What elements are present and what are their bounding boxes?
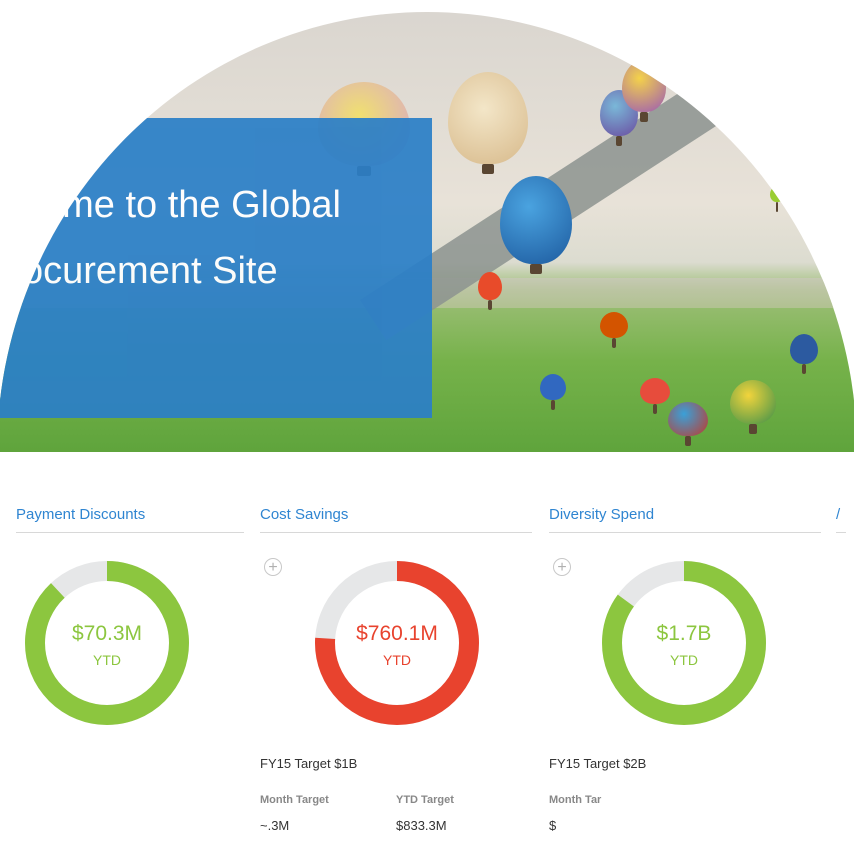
balloon-image xyxy=(478,272,502,310)
annual-target: FY15 Target $1B xyxy=(260,756,358,771)
plus-circle-icon[interactable]: + xyxy=(553,558,571,576)
donut-value-label: YTD xyxy=(383,652,411,668)
balloon-image xyxy=(730,380,776,434)
annual-target: FY15 Target $2B xyxy=(549,756,647,771)
month-target-value: $ xyxy=(549,818,557,833)
welcome-banner: come to the Global ocurement Site xyxy=(0,118,432,418)
welcome-title-line-1: come to the Global xyxy=(22,184,341,226)
hero-banner: come to the Global ocurement Site xyxy=(0,12,854,452)
kpi-cards: Payment Discounts $70.3M YTD Cost Saving… xyxy=(0,452,854,846)
donut-chart: $1.7B YTD xyxy=(593,552,775,734)
donut-chart: $760.1M YTD xyxy=(306,552,488,734)
month-target-value: ~.3M xyxy=(260,818,290,833)
donut-chart: $70.3M YTD xyxy=(16,552,198,734)
ytd-target-value: $833.3M xyxy=(396,818,447,833)
balloon-image xyxy=(600,312,628,348)
month-target-label: Month Target xyxy=(260,794,329,806)
donut-value: $70.3M xyxy=(71,622,143,645)
balloon-image xyxy=(622,60,666,122)
card-title[interactable]: / xyxy=(836,506,840,523)
donut-value: $760.1M xyxy=(356,622,438,645)
balloon-image xyxy=(790,334,818,374)
balloon-image xyxy=(770,186,784,212)
month-target-label: Month Tar xyxy=(549,794,602,806)
balloon-image xyxy=(668,402,708,446)
kpi-card-cost-savings: Cost Savings + $760.1M YTD FY15 Target $… xyxy=(260,452,532,846)
donut-value-label: YTD xyxy=(670,652,698,668)
donut-value: $1.7B xyxy=(656,622,712,645)
balloon-image xyxy=(640,378,670,414)
card-title[interactable]: Cost Savings xyxy=(260,506,348,523)
kpi-card-diversity-spend: Diversity Spend + $1.7B YTD FY15 Target … xyxy=(549,452,821,846)
card-divider xyxy=(549,532,821,533)
ytd-target-label: YTD Target xyxy=(396,794,454,806)
kpi-card-clipped: / xyxy=(836,452,854,846)
welcome-title-line-2: ocurement Site xyxy=(22,250,278,292)
card-title[interactable]: Payment Discounts xyxy=(16,506,145,523)
plus-circle-icon[interactable]: + xyxy=(264,558,282,576)
balloon-image xyxy=(448,72,528,174)
balloon-image xyxy=(540,374,566,410)
card-divider xyxy=(260,532,532,533)
card-divider xyxy=(16,532,244,533)
donut-value-label: YTD xyxy=(93,652,121,668)
card-divider xyxy=(836,532,846,533)
kpi-card-payment-discounts: Payment Discounts $70.3M YTD xyxy=(0,452,244,846)
card-title[interactable]: Diversity Spend xyxy=(549,506,654,523)
balloon-image xyxy=(500,176,572,274)
